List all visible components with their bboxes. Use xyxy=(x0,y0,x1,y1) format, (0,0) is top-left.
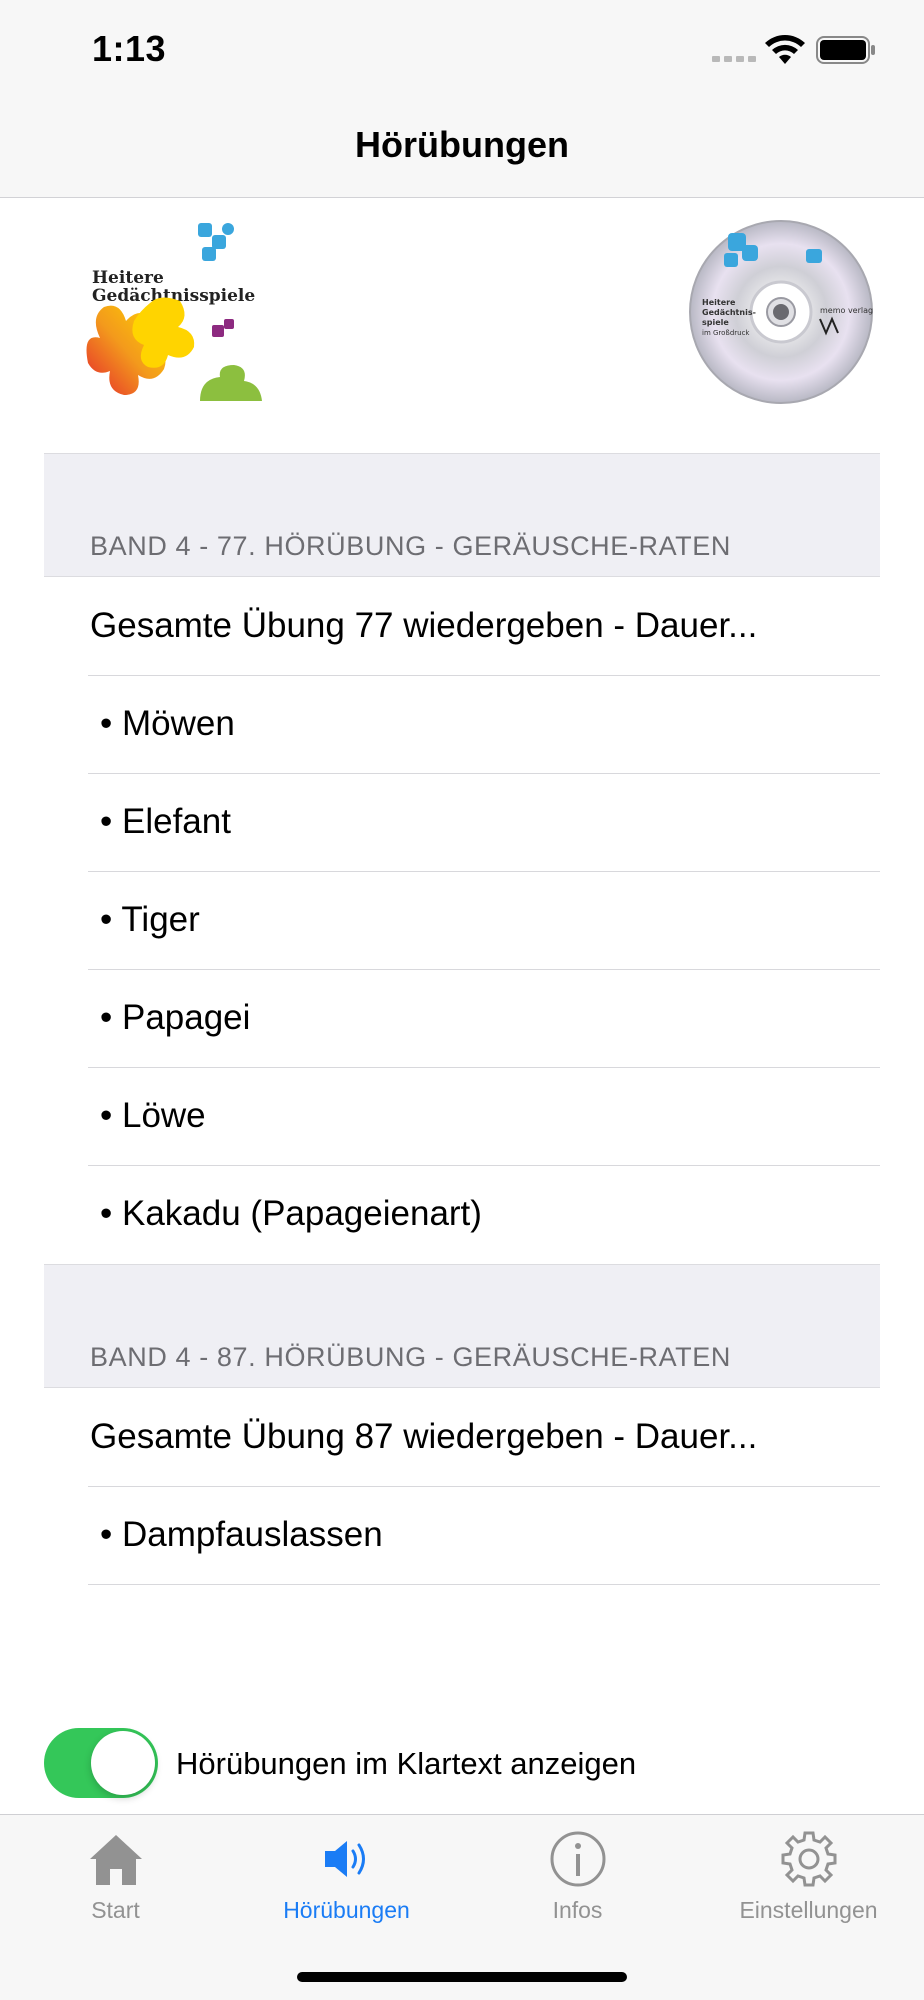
tab-label: Infos xyxy=(552,1897,603,1923)
list-item-label: Gesamte Übung 87 wiedergeben - Dauer... xyxy=(90,1417,758,1456)
list-item[interactable]: • Kakadu (Papageienart) xyxy=(44,1166,880,1264)
list-item-label: • Elefant xyxy=(100,802,231,841)
list-item-play-all-77[interactable]: Gesamte Übung 77 wiedergeben - Dauer... xyxy=(44,578,880,676)
tab-hoerubungen[interactable]: Hörübungen xyxy=(231,1815,462,1935)
wifi-icon xyxy=(765,35,805,64)
list-item-label: • Tiger xyxy=(100,900,200,939)
page-title: Hörübungen xyxy=(355,124,569,165)
section-header-band4-77: BAND 4 - 77. HÖRÜBUNG - GERÄUSCHE-RATEN xyxy=(44,453,880,577)
list-item-label: • Kakadu (Papageienart) xyxy=(100,1194,482,1233)
list-item-label: • Möwen xyxy=(100,704,235,743)
list-item[interactable]: • Papagei xyxy=(44,970,880,1068)
house-icon xyxy=(89,1835,142,1885)
tab-label: Hörübungen xyxy=(283,1897,410,1923)
cellular-signal-icon xyxy=(712,56,756,62)
tab-infos[interactable]: Infos xyxy=(462,1815,693,1935)
status-time: 1:13 xyxy=(92,28,167,69)
section-header-label: BAND 4 - 77. HÖRÜBUNG - GERÄUSCHE-RATEN xyxy=(90,531,731,561)
cd-text-4: im Großdruck xyxy=(702,329,750,337)
tab-label: Start xyxy=(91,1897,140,1923)
list-item[interactable]: • Tiger xyxy=(44,872,880,970)
section-header-band4-87: BAND 4 - 87. HÖRÜBUNG - GERÄUSCHE-RATEN xyxy=(44,1264,880,1388)
list-item-label: • Dampfauslassen xyxy=(100,1515,383,1554)
list-item-label: • Löwe xyxy=(100,1096,206,1135)
list-item[interactable]: • Dampfauslassen xyxy=(44,1487,880,1585)
logo-text-1: Heitere xyxy=(92,268,164,288)
tab-einstellungen[interactable]: Einstellungen xyxy=(693,1815,924,1935)
status-bar: 1:13 xyxy=(0,0,924,100)
cd-brand: memo verlag xyxy=(820,306,873,315)
navigation-bar: Hörübungen xyxy=(0,100,924,198)
section-header-label: BAND 4 - 87. HÖRÜBUNG - GERÄUSCHE-RATEN xyxy=(90,1342,731,1372)
gear-icon xyxy=(781,1831,836,1887)
klartext-toggle[interactable] xyxy=(44,1728,158,1798)
cd-image: Heitere Gedächtnis- spiele im Großdruck … xyxy=(689,220,873,404)
cd-text-3: spiele xyxy=(702,318,729,327)
toggle-knob xyxy=(91,1731,155,1795)
heitere-gedaechtnisspiele-logo: Heitere Gedächtnisspiele xyxy=(86,223,262,401)
speaker-icon xyxy=(324,1841,365,1877)
list-item[interactable]: • Elefant xyxy=(44,774,880,872)
tab-start[interactable]: Start xyxy=(0,1815,231,1935)
cd-text-2: Gedächtnis- xyxy=(702,308,756,317)
info-icon xyxy=(550,1831,605,1887)
list-item[interactable]: • Löwe xyxy=(44,1068,880,1166)
klartext-toggle-row: Hörübungen im Klartext anzeigen xyxy=(44,1726,880,1802)
battery-icon xyxy=(816,36,875,64)
toggle-label: Hörübungen im Klartext anzeigen xyxy=(176,1746,637,1781)
home-indicator[interactable] xyxy=(297,1972,627,1982)
list-item-play-all-87[interactable]: Gesamte Übung 87 wiedergeben - Dauer... xyxy=(44,1389,880,1487)
tab-label: Einstellungen xyxy=(739,1897,878,1923)
separator xyxy=(88,1583,880,1585)
cd-text-1: Heitere xyxy=(702,298,736,307)
list-item[interactable]: • Möwen xyxy=(44,676,880,774)
header-images: Heitere Gedächtnisspiele Heitere Gedächt… xyxy=(0,199,924,453)
list-item-label: • Papagei xyxy=(100,998,251,1037)
list-item-label: Gesamte Übung 77 wiedergeben - Dauer... xyxy=(90,606,758,645)
